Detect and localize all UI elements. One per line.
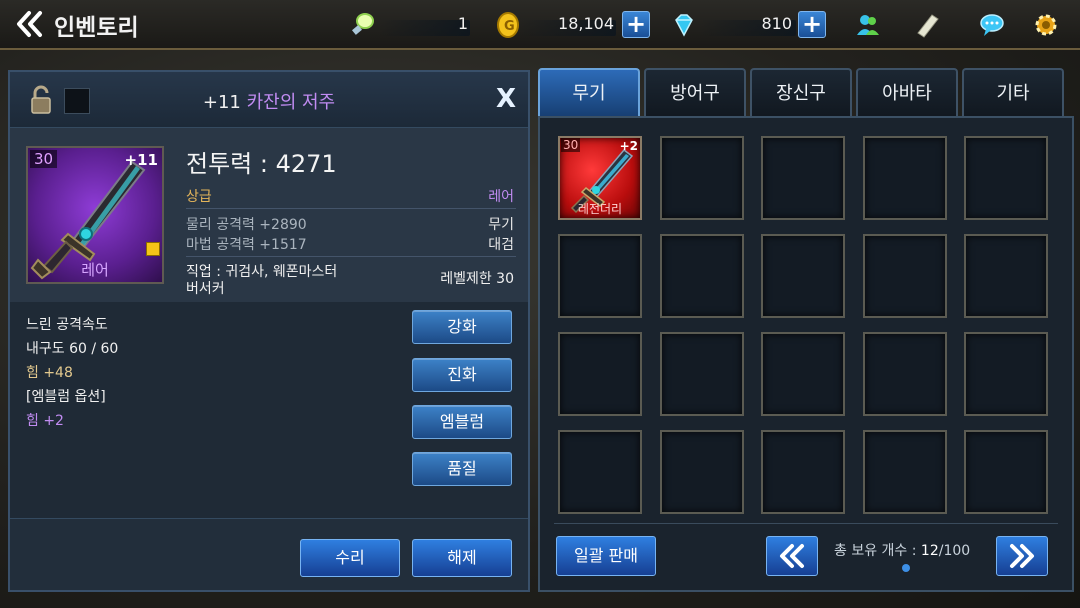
double-chevron-left-icon bbox=[780, 544, 804, 568]
tab-etc[interactable]: 기타 bbox=[962, 68, 1064, 116]
inventory-slot[interactable] bbox=[558, 332, 642, 416]
item-quality: 상급 bbox=[186, 189, 212, 205]
item-plus-badge: +11 bbox=[124, 151, 158, 169]
energy-value: 1 bbox=[457, 14, 468, 33]
inventory-slot[interactable] bbox=[558, 234, 642, 318]
divider bbox=[554, 523, 1058, 524]
inventory-slot[interactable] bbox=[964, 430, 1048, 514]
unequip-button[interactable]: 해제 bbox=[412, 539, 512, 577]
item-detail-header: +11 카잔의 저주 X bbox=[10, 72, 528, 128]
inventory-slot[interactable] bbox=[660, 234, 744, 318]
item-title: +11 카잔의 저주 bbox=[10, 88, 528, 114]
sell-all-button[interactable]: 일괄 판매 bbox=[556, 536, 656, 576]
inventory-slot[interactable] bbox=[863, 136, 947, 220]
slot-level-badge: 30 bbox=[561, 138, 581, 152]
emblem-strength-bonus: 힘 +2 bbox=[26, 413, 64, 429]
magic-attack: 마법 공격력 +1517 bbox=[186, 237, 307, 253]
gem-value: 810 bbox=[761, 14, 792, 33]
diamond-icon bbox=[670, 11, 698, 39]
strength-bonus: 힘 +48 bbox=[26, 365, 73, 381]
item-detail-footer: 수리 해제 bbox=[10, 518, 528, 590]
item-detail-panel: +11 카잔의 저주 X 30 +11 레어 전투력 : 4271 상급 레어 … bbox=[8, 70, 530, 592]
gear-icon[interactable] bbox=[1032, 11, 1060, 39]
item-enhance-level: +11 bbox=[202, 92, 241, 113]
combat-power: 전투력 : 4271 bbox=[186, 150, 337, 178]
item-level-badge: 30 bbox=[30, 150, 58, 168]
emblem-button[interactable]: 엠블럼 bbox=[412, 405, 512, 439]
inventory-slot[interactable] bbox=[863, 332, 947, 416]
divider bbox=[186, 208, 516, 209]
inventory-slot[interactable] bbox=[558, 430, 642, 514]
item-options: 느린 공격속도 내구도 60 / 60 힘 +48 [엠블럼 옵션] 힘 +2 … bbox=[10, 302, 528, 518]
inventory-slot[interactable] bbox=[964, 234, 1048, 318]
item-grade-label: 레어 bbox=[81, 261, 109, 279]
add-gem-button[interactable]: + bbox=[798, 11, 826, 38]
slot-grade-label: 레전더리 bbox=[577, 202, 623, 216]
item-rarity: 레어 bbox=[488, 189, 514, 205]
tab-weapon[interactable]: 무기 bbox=[538, 68, 640, 116]
coin-icon: G bbox=[494, 11, 522, 39]
emblem-option-heading: [엠블럼 옵션] bbox=[26, 389, 106, 405]
page-title: 인벤토리 bbox=[54, 15, 139, 41]
tab-armor[interactable]: 방어구 bbox=[644, 68, 746, 116]
job-requirement-2: 버서커 bbox=[186, 281, 225, 297]
evolve-button[interactable]: 진화 bbox=[412, 358, 512, 392]
back-icon[interactable] bbox=[14, 10, 44, 38]
inventory-slot[interactable] bbox=[761, 136, 845, 220]
item-count-total: /100 bbox=[938, 543, 971, 559]
tab-accessory[interactable]: 장신구 bbox=[750, 68, 852, 116]
item-name: 카잔의 저주 bbox=[246, 92, 336, 113]
inventory-slot[interactable] bbox=[660, 430, 744, 514]
weapon-type: 대검 bbox=[488, 237, 514, 253]
lock-badge-icon bbox=[146, 242, 160, 256]
svg-text:G: G bbox=[504, 19, 515, 34]
prev-page-button[interactable] bbox=[766, 536, 818, 576]
inventory-slot[interactable] bbox=[660, 136, 744, 220]
inventory-slot[interactable] bbox=[964, 136, 1048, 220]
inventory-slot[interactable] bbox=[863, 234, 947, 318]
inventory-grid-panel: 30 +2 레전더리 일괄 판매 총 보유 개수 : 12/100 bbox=[538, 116, 1074, 592]
top-bar: 인벤토리 1 G 18,104 + 810 + bbox=[0, 0, 1080, 50]
close-button[interactable]: X bbox=[496, 84, 516, 114]
page-indicator-dot bbox=[902, 564, 910, 572]
inventory-slot[interactable] bbox=[761, 234, 845, 318]
friends-icon[interactable] bbox=[854, 11, 882, 39]
item-count-label: 총 보유 개수 : bbox=[834, 543, 921, 559]
physical-attack: 물리 공격력 +2890 bbox=[186, 217, 307, 233]
inventory-slot[interactable] bbox=[761, 332, 845, 416]
double-chevron-right-icon bbox=[1010, 544, 1034, 568]
gold-value: 18,104 bbox=[558, 14, 614, 33]
item-count: 총 보유 개수 : 12/100 bbox=[834, 540, 970, 560]
lightbulb-icon bbox=[348, 11, 376, 39]
item-category: 무기 bbox=[488, 217, 514, 233]
inventory-slot[interactable] bbox=[863, 430, 947, 514]
next-page-button[interactable] bbox=[996, 536, 1048, 576]
item-count-current: 12 bbox=[920, 543, 939, 559]
add-gold-button[interactable]: + bbox=[622, 11, 650, 38]
inventory-slot[interactable] bbox=[964, 332, 1048, 416]
divider bbox=[186, 256, 516, 257]
letter-icon[interactable] bbox=[914, 11, 942, 39]
level-limit: 레벨제한 30 bbox=[440, 271, 514, 287]
inventory-slot[interactable] bbox=[761, 430, 845, 514]
chat-bubble-icon[interactable] bbox=[978, 11, 1006, 39]
durability: 내구도 60 / 60 bbox=[26, 341, 119, 357]
item-info-section: 30 +11 레어 전투력 : 4271 상급 레어 물리 공격력 +2890 … bbox=[10, 128, 528, 302]
item-icon: 30 +11 레어 bbox=[26, 146, 164, 284]
attack-speed: 느린 공격속도 bbox=[26, 317, 108, 333]
slot-plus-badge: +2 bbox=[619, 139, 638, 153]
reinforce-button[interactable]: 강화 bbox=[412, 310, 512, 344]
quality-button[interactable]: 품질 bbox=[412, 452, 512, 486]
inventory-slot[interactable] bbox=[660, 332, 744, 416]
category-tabs: 무기 방어구 장신구 아바타 기타 bbox=[538, 68, 1074, 116]
inventory-slot[interactable]: 30 +2 레전더리 bbox=[558, 136, 642, 220]
repair-button[interactable]: 수리 bbox=[300, 539, 400, 577]
tab-avatar[interactable]: 아바타 bbox=[856, 68, 958, 116]
